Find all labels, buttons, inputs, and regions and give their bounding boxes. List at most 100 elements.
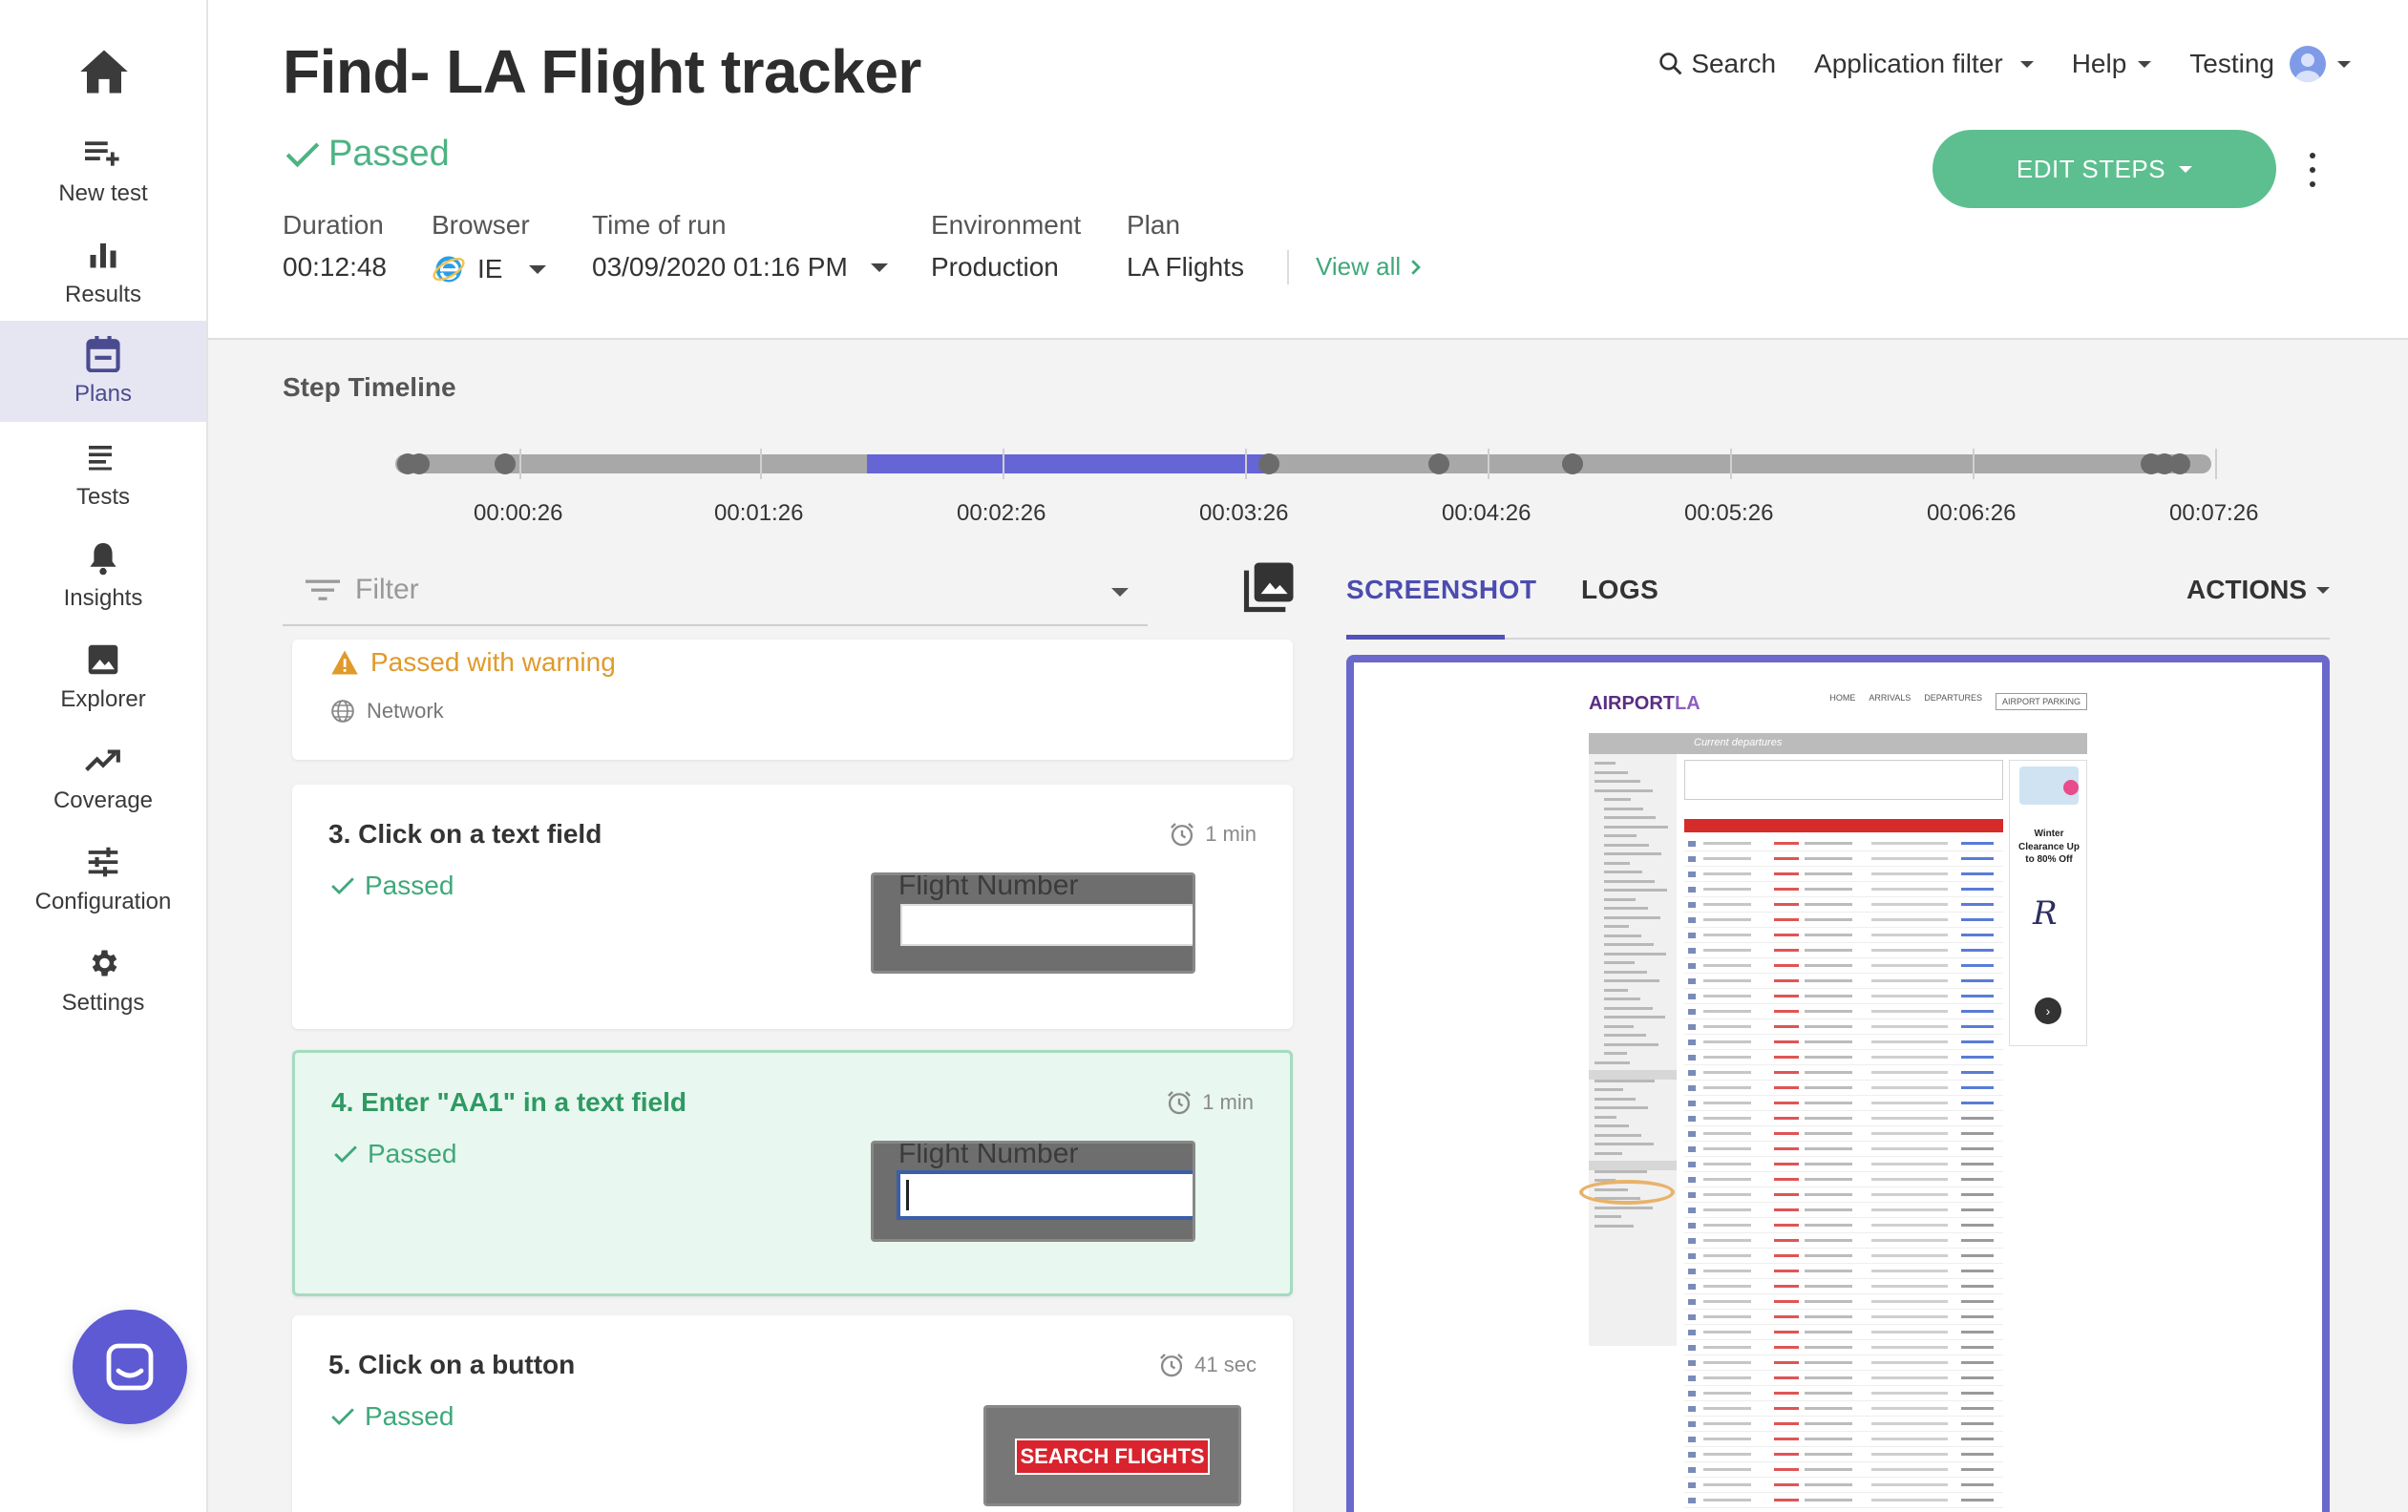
timeline-step-marker[interactable] (1258, 453, 1279, 474)
plan-label: Plan (1127, 210, 1181, 240)
site-table-row (1684, 836, 2003, 851)
timeline-active-range (867, 454, 1270, 473)
sidebar-item-settings[interactable]: Settings (0, 930, 206, 1031)
sidebar-item-coverage[interactable]: Coverage (0, 727, 206, 829)
site-logo-b: LA (1675, 693, 1700, 714)
chevron-down-icon (2019, 60, 2034, 68)
step-title: 4. Enter "AA1" in a text field (331, 1087, 686, 1117)
timeline-tick (1003, 449, 1004, 479)
site-table-row (1684, 958, 2003, 974)
browser-label: Browser (432, 210, 530, 240)
site-menu-line (1595, 1115, 1616, 1119)
sidebar-item-new-test[interactable]: New test (0, 120, 206, 221)
site-menu-line (1595, 1079, 1655, 1082)
step-status-label: Passed (368, 1139, 457, 1168)
home-icon (80, 50, 128, 94)
sidebar-item-explorer[interactable]: Explorer (0, 626, 206, 727)
step-duration-label: 1 min (1205, 822, 1257, 846)
site-menu-line (1604, 1042, 1658, 1046)
image-icon (88, 644, 118, 675)
timeline-label: 00:01:26 (714, 500, 804, 526)
site-menu-line (1595, 1106, 1648, 1109)
application-filter-menu[interactable]: Application filter (1814, 49, 2034, 79)
site-menu-line (1604, 988, 1628, 992)
step-thumbnail[interactable]: SEARCH FLIGHTS (983, 1405, 1241, 1506)
timeline-label: 00:02:26 (957, 500, 1046, 526)
step-duration: 1 min (1169, 821, 1257, 848)
step-duration-label: 1 min (1202, 1090, 1254, 1114)
filter-select[interactable]: Filter (283, 556, 1148, 626)
timeline-step-marker[interactable] (1428, 453, 1449, 474)
timeline-step-marker[interactable] (409, 453, 430, 474)
step-status: Passed (330, 871, 454, 901)
home-button[interactable] (0, 38, 208, 105)
site-table-row (1684, 867, 2003, 882)
step-card-3[interactable]: 3. Click on a text field Passed 1 min Fl… (292, 785, 1293, 1029)
timeline-step-marker[interactable] (495, 453, 516, 474)
alarm-clock-icon (1168, 1091, 1192, 1115)
site-menu-line (1604, 825, 1668, 829)
step-thumbnail[interactable]: Flight Number (871, 872, 1195, 974)
browser-select[interactable]: IE (432, 252, 547, 286)
site-menu-line (1604, 807, 1643, 810)
duration-meta: Duration 00:12:48 (283, 210, 387, 283)
site-table-row (1684, 1249, 2003, 1264)
step-title: 5. Click on a button (328, 1350, 576, 1379)
site-menu-line (1604, 934, 1641, 937)
site-menu-line (1595, 1124, 1629, 1127)
chat-launcher-button[interactable] (73, 1310, 187, 1424)
sidebar-item-results[interactable]: Results (0, 221, 206, 323)
tab-logs[interactable]: LOGS (1581, 575, 1658, 605)
site-menu-line (1595, 762, 1616, 765)
site-nav-parking: AIRPORT PARKING (1995, 693, 2087, 710)
help-label: Help (2071, 49, 2127, 78)
site-menu-line (1604, 879, 1655, 883)
screenshot-gallery-button[interactable] (1243, 559, 1297, 618)
timeline-step-marker[interactable] (2169, 453, 2190, 474)
ad-next-icon: › (2035, 998, 2061, 1024)
alarm-clock-icon (1171, 823, 1194, 847)
internet-explorer-icon (433, 256, 465, 283)
step-duration: 41 sec (1158, 1352, 1257, 1378)
more-options-button[interactable] (2303, 153, 2322, 187)
sidebar-item-label: Settings (61, 990, 145, 1016)
site-table-row (1684, 1371, 2003, 1386)
sidebar-item-configuration[interactable]: Configuration (0, 829, 206, 930)
user-menu[interactable]: Testing (2189, 46, 2351, 82)
site-menu-line (1604, 961, 1635, 964)
step-timeline-title: Step Timeline (283, 372, 456, 402)
plan-meta: Plan LA Flights (1127, 210, 1244, 283)
step-card-4[interactable]: 4. Enter "AA1" in a text field Passed 1 … (292, 1050, 1293, 1296)
sidebar-item-insights[interactable]: Insights (0, 525, 206, 626)
divider (1287, 250, 1289, 284)
site-menu-line (1595, 1169, 1647, 1173)
sidebar-item-plans[interactable]: Plans (0, 321, 206, 422)
site-nav-home: HOME (1829, 693, 1856, 703)
step-card-5[interactable]: 5. Click on a button Passed 41 sec SEARC… (292, 1315, 1293, 1512)
step-screenshot[interactable]: AIRPORTLA HOME ARRIVALS DEPARTURES AIRPO… (1346, 655, 2330, 1512)
site-menu-line (1604, 1034, 1646, 1037)
timeline-step-marker[interactable] (1562, 453, 1583, 474)
time-select[interactable]: 03/09/2020 01:16 PM (592, 252, 888, 283)
step-status: Passed (330, 1401, 454, 1432)
result-tabs: SCREENSHOT LOGS ACTIONS (1346, 559, 2330, 640)
edit-steps-label: EDIT STEPS (2016, 154, 2166, 183)
site-nav: HOME ARRIVALS DEPARTURES AIRPORT PARKING (1829, 693, 2087, 710)
help-menu[interactable]: Help (2072, 49, 2152, 79)
sidebar-item-label: New test (58, 180, 148, 206)
playlist-add-icon (85, 141, 119, 166)
actions-menu[interactable]: ACTIONS (2186, 575, 2330, 605)
site-table-row (1684, 1172, 2003, 1187)
ad-text: Winter Clearance Up to 80% Off (2018, 829, 2080, 865)
edit-steps-button[interactable]: EDIT STEPS (1933, 130, 2276, 208)
search-button[interactable]: Search (1658, 49, 1776, 79)
sidebar-item-tests[interactable]: Tests (0, 424, 206, 525)
step-thumbnail[interactable]: Flight Number (871, 1141, 1195, 1242)
site-table-row (1684, 1035, 2003, 1050)
actions-label: ACTIONS (2186, 575, 2307, 604)
site-menu-line (1604, 1024, 1634, 1028)
step-card-warning[interactable]: Passed with warning Network (292, 640, 1293, 760)
site-menu-line (1604, 943, 1654, 946)
tab-screenshot[interactable]: SCREENSHOT (1346, 575, 1536, 605)
view-all-link[interactable]: View all (1316, 252, 1422, 282)
